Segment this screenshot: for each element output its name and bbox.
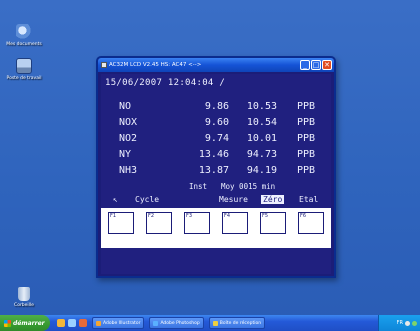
measurement-row: NOX 9.60 10.54 PPB bbox=[101, 117, 331, 128]
start-label: démarrer bbox=[13, 319, 45, 327]
average-value: 10.01 bbox=[246, 133, 277, 144]
gas-name: NOX bbox=[119, 117, 138, 128]
lcd-menu: ↖ Cycle Mesure Zéro Etal bbox=[101, 195, 331, 205]
average-value: 10.53 bbox=[246, 101, 277, 112]
instant-caption: Inst bbox=[189, 182, 208, 191]
average-value: 10.54 bbox=[246, 117, 277, 128]
trash-icon bbox=[18, 287, 30, 301]
desktop-icon-label: Poste de travail bbox=[6, 76, 42, 81]
mail-icon bbox=[212, 320, 218, 326]
function-keys-row: F1 F2 F3 F4 F5 F6 bbox=[101, 208, 331, 248]
function-key-f5[interactable]: F5 bbox=[260, 212, 286, 234]
menu-cycle[interactable]: Cycle bbox=[135, 195, 159, 204]
computer-icon bbox=[16, 58, 32, 74]
system-tray: FR bbox=[378, 315, 420, 331]
measurement-row: NO 9.86 10.53 PPB bbox=[101, 101, 331, 112]
window-controls: _ □ ✕ bbox=[300, 60, 332, 70]
unit: PPB bbox=[297, 117, 316, 128]
unit: PPB bbox=[297, 133, 316, 144]
maximize-button[interactable]: □ bbox=[311, 60, 321, 70]
measurement-row: NO2 9.74 10.01 PPB bbox=[101, 133, 331, 144]
function-key-f4[interactable]: F4 bbox=[222, 212, 248, 234]
instant-value: 9.60 bbox=[204, 117, 229, 128]
taskbar-item[interactable]: Boîte de réception bbox=[208, 317, 266, 329]
function-key-f2[interactable]: F2 bbox=[146, 212, 172, 234]
function-key-f6[interactable]: F6 bbox=[298, 212, 324, 234]
instant-value: 9.74 bbox=[204, 133, 229, 144]
instant-value: 13.87 bbox=[198, 165, 229, 176]
browser-icon[interactable] bbox=[57, 319, 65, 327]
gas-name: NY bbox=[119, 149, 132, 160]
recycle-bin-icon[interactable]: Corbeille bbox=[2, 287, 46, 308]
gas-name: NO bbox=[119, 101, 132, 112]
tray-icon[interactable] bbox=[405, 320, 410, 326]
taskbar-item-label: Adobe Photoshop bbox=[160, 320, 200, 326]
illustrator-icon bbox=[96, 320, 101, 326]
quick-launch bbox=[57, 319, 87, 327]
close-button[interactable]: ✕ bbox=[322, 60, 332, 70]
start-button[interactable]: démarrer bbox=[0, 315, 50, 331]
measurement-row: NY 13.46 94.73 PPB bbox=[101, 149, 331, 160]
menu-etal[interactable]: Etal bbox=[299, 195, 318, 204]
taskbar-item-label: Boîte de réception bbox=[219, 320, 262, 326]
average-value: 94.19 bbox=[246, 165, 277, 176]
instant-value: 13.46 bbox=[198, 149, 229, 160]
media-icon[interactable] bbox=[79, 319, 87, 327]
documents-icon bbox=[16, 24, 32, 40]
photoshop-icon bbox=[153, 320, 159, 326]
minimize-button[interactable]: _ bbox=[300, 60, 310, 70]
analyzer-window: AC32M LCD V2.45 HS: AC47 <--> _ □ ✕ 15/0… bbox=[96, 56, 336, 278]
function-key-f1[interactable]: F1 bbox=[108, 212, 134, 234]
gas-name: NH3 bbox=[119, 165, 138, 176]
analyzer-screen: 15/06/2007 12:04:04 / NO 9.86 10.53 PPB … bbox=[101, 74, 331, 274]
average-value: 94.73 bbox=[246, 149, 277, 160]
taskbar-item-label: Adobe Illustrator bbox=[103, 320, 141, 326]
desktop-shortcut-icon[interactable] bbox=[68, 319, 76, 327]
my-documents-icon[interactable]: Mes documents bbox=[2, 24, 46, 47]
desktop-icon-label: Corbeille bbox=[14, 303, 34, 308]
menu-mesure[interactable]: Mesure bbox=[219, 195, 248, 204]
gas-name: NO2 bbox=[119, 133, 138, 144]
window-title: AC32M LCD V2.45 HS: AC47 <--> bbox=[109, 62, 202, 68]
window-titlebar[interactable]: AC32M LCD V2.45 HS: AC47 <--> _ □ ✕ bbox=[98, 58, 334, 72]
unit: PPB bbox=[297, 149, 316, 160]
instant-value: 9.86 bbox=[204, 101, 229, 112]
lcd-datetime: 15/06/2007 12:04:04 / bbox=[105, 78, 226, 88]
cursor-arrow-icon[interactable]: ↖ bbox=[113, 195, 118, 204]
my-computer-icon[interactable]: Poste de travail bbox=[2, 58, 46, 81]
function-keys-panel: F1 F2 F3 F4 F5 F6 bbox=[101, 208, 331, 248]
desktop: Mes documents Poste de travail Corbeille… bbox=[0, 0, 420, 315]
unit: PPB bbox=[297, 165, 316, 176]
desktop-icon-label: Mes documents bbox=[6, 42, 42, 47]
unit: PPB bbox=[297, 101, 316, 112]
measurement-row: NH3 13.87 94.19 PPB bbox=[101, 165, 331, 176]
taskbar-item[interactable]: Adobe Photoshop bbox=[149, 317, 204, 329]
tray-icon[interactable] bbox=[412, 320, 417, 326]
function-key-f3[interactable]: F3 bbox=[184, 212, 210, 234]
windows-logo-icon bbox=[4, 319, 11, 327]
app-icon bbox=[101, 62, 107, 68]
taskbar-item[interactable]: Adobe Illustrator bbox=[92, 317, 145, 329]
taskbar: démarrer Adobe Illustrator Adobe Photosh… bbox=[0, 315, 420, 331]
menu-zero[interactable]: Zéro bbox=[261, 195, 285, 204]
language-indicator[interactable]: FR bbox=[397, 320, 403, 326]
average-caption: Moy 0015 min bbox=[221, 182, 276, 191]
lcd-display: 15/06/2007 12:04:04 / NO 9.86 10.53 PPB … bbox=[101, 74, 331, 206]
